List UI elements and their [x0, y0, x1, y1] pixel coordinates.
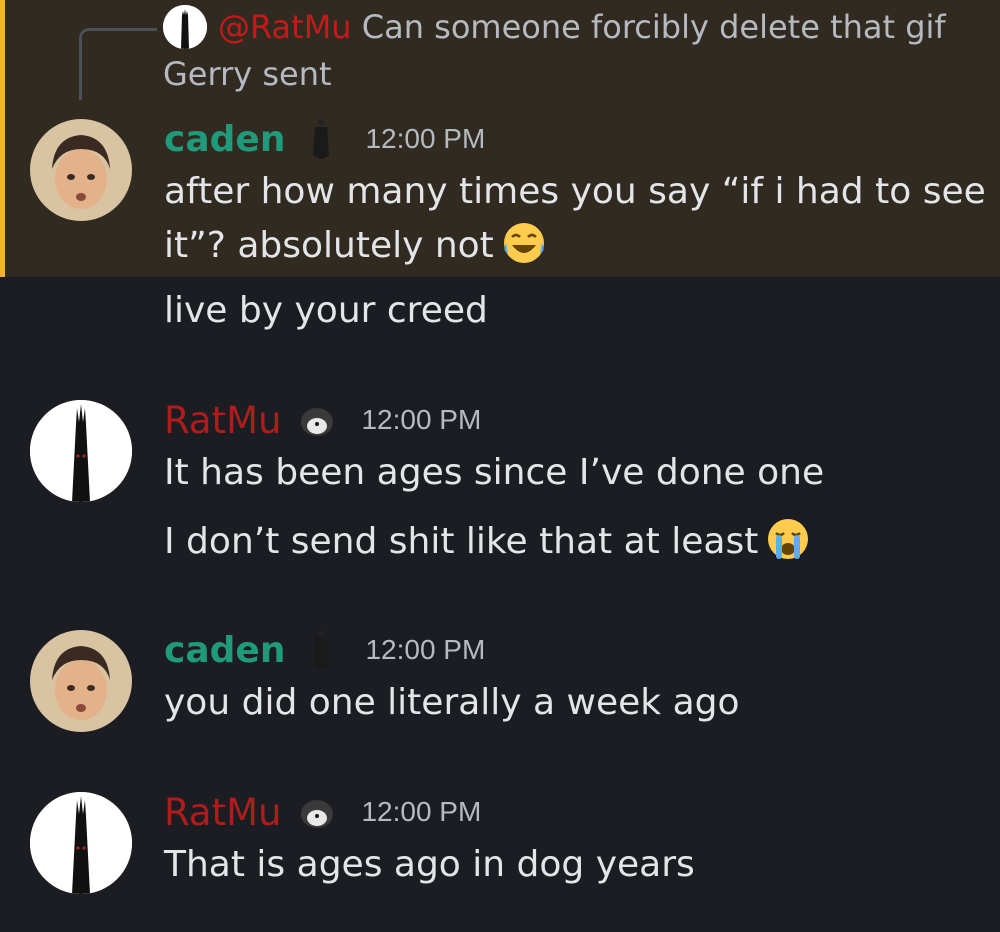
- figure-icon[interactable]: [303, 117, 339, 161]
- caden-avatar[interactable]: [30, 630, 132, 732]
- dog-icon[interactable]: [299, 790, 335, 834]
- message-text: after how many times you say “if i had t…: [164, 171, 986, 212]
- ratmu-avatar[interactable]: [30, 400, 132, 502]
- message-text-line: it”? absolutely not: [164, 219, 548, 271]
- message-text: I don’t send shit like that at least: [164, 521, 759, 562]
- reply-mention[interactable]: @RatMu: [218, 8, 352, 46]
- message-text: it”? absolutely not: [164, 225, 494, 266]
- message-header: caden 12:00 PM: [164, 625, 485, 675]
- ratmu-avatar-icon: [30, 400, 132, 502]
- message-header: RatMu 12:00 PM: [164, 787, 481, 837]
- timestamp[interactable]: 12:00 PM: [361, 796, 481, 828]
- message-header: caden 12:00 PM: [164, 114, 485, 164]
- message-text: live by your creed: [164, 290, 488, 331]
- reply-text-cont: Gerry sent: [163, 55, 332, 93]
- message-text: It has been ages since I’ve done one: [164, 452, 825, 493]
- reply-spine: [79, 28, 157, 100]
- ratmu-avatar-icon: [30, 792, 132, 894]
- ratmu-avatar[interactable]: [30, 792, 132, 894]
- username[interactable]: caden: [164, 630, 285, 671]
- ratmu-avatar-icon: [163, 5, 207, 49]
- dog-icon[interactable]: [299, 398, 335, 442]
- username[interactable]: RatMu: [164, 791, 281, 834]
- reply-preview[interactable]: @RatMu Can someone forcibly delete that …: [218, 4, 988, 50]
- timestamp[interactable]: 12:00 PM: [365, 123, 485, 155]
- caden-avatar-icon: [30, 119, 132, 221]
- sob-emoji-icon: [768, 519, 809, 559]
- message-header: RatMu 12:00 PM: [164, 395, 481, 445]
- reply-avatar[interactable]: [163, 5, 207, 49]
- message-text: you did one literally a week ago: [164, 682, 740, 723]
- timestamp[interactable]: 12:00 PM: [365, 634, 485, 666]
- message-text-line: I don’t send shit like that at least: [164, 515, 812, 567]
- message-text: That is ages ago in dog years: [164, 844, 695, 885]
- caden-avatar-icon: [30, 630, 132, 732]
- caden-avatar[interactable]: [30, 119, 132, 221]
- reply-text: Can someone forcibly delete that gif: [361, 8, 946, 46]
- joy-emoji-icon: [503, 223, 544, 263]
- mention-highlight-bar: [0, 0, 5, 277]
- figure-icon[interactable]: [303, 628, 339, 672]
- timestamp[interactable]: 12:00 PM: [361, 404, 481, 436]
- username[interactable]: caden: [164, 119, 285, 160]
- username[interactable]: RatMu: [164, 399, 281, 442]
